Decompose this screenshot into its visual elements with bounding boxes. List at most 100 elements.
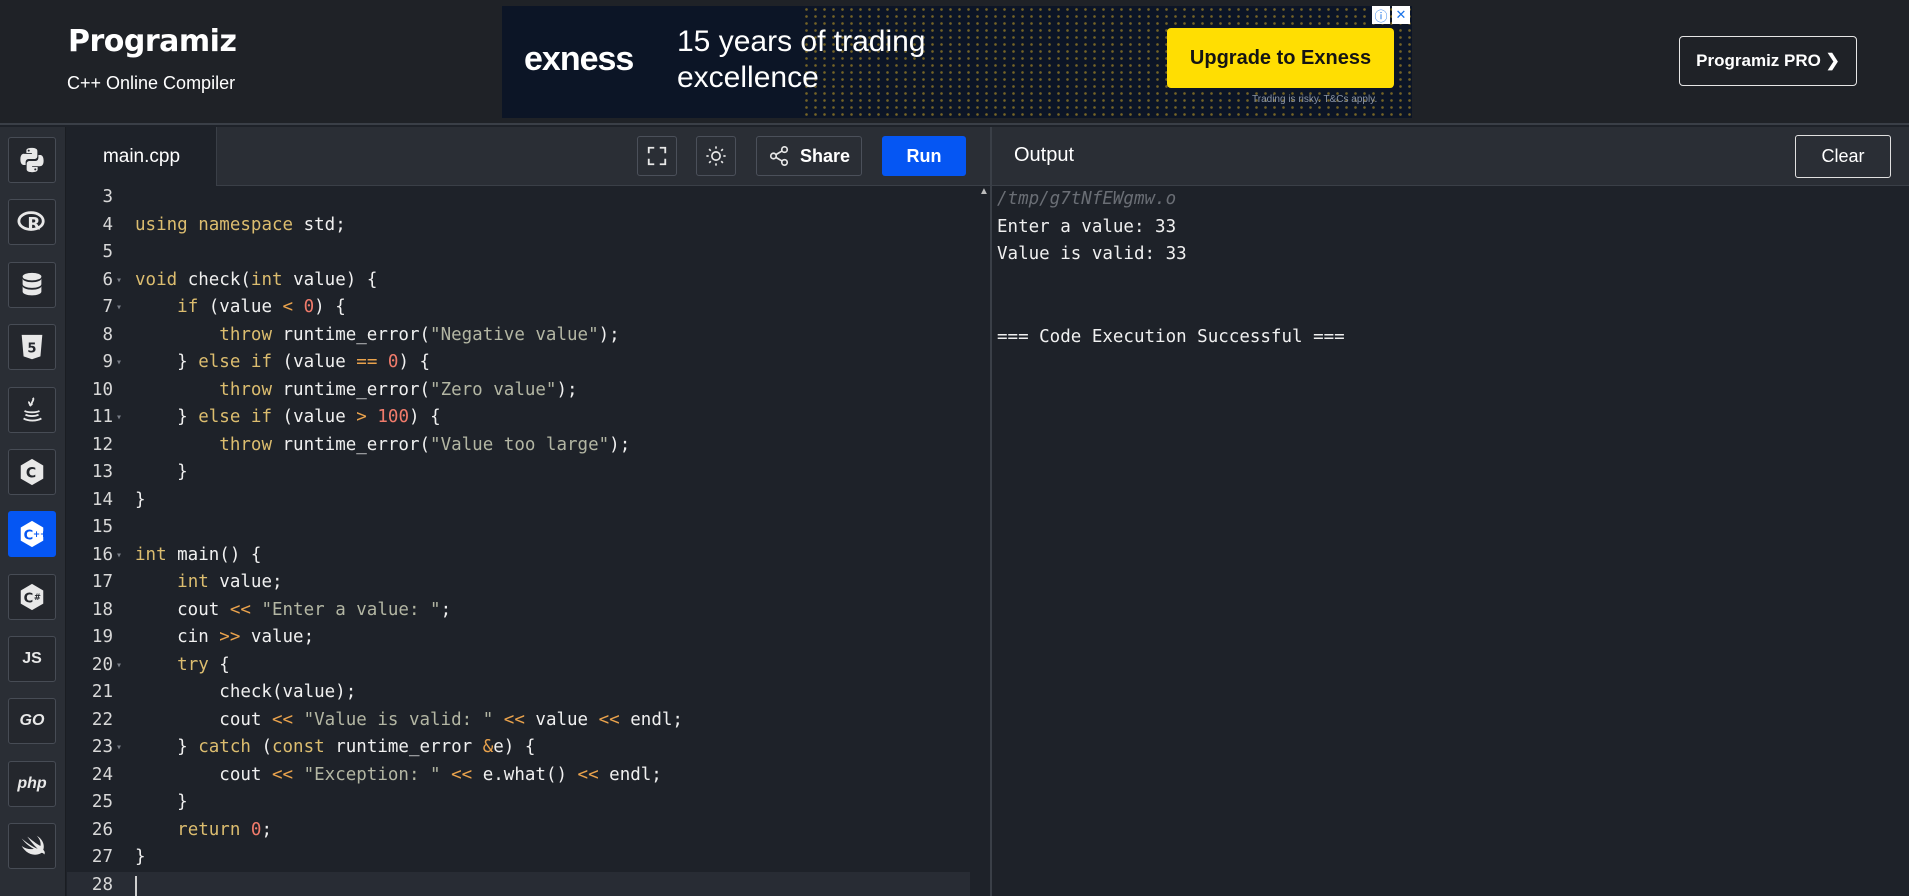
programiz-pro-button[interactable]: Programiz PRO ❯ bbox=[1679, 36, 1857, 86]
output-binary-path: /tmp/g7tNfEWgmw.o bbox=[997, 189, 1177, 209]
ad-close-icon[interactable]: ✕ bbox=[1392, 6, 1410, 24]
output-line: === Code Execution Successful === bbox=[997, 326, 1345, 347]
fullscreen-icon bbox=[647, 146, 667, 166]
html5-icon[interactable]: 5 bbox=[8, 324, 56, 370]
code-line[interactable]: 7 ▾ if (value < 0) { bbox=[67, 294, 970, 322]
line-number: 3 bbox=[102, 187, 113, 207]
code-line[interactable]: 27} bbox=[67, 844, 970, 872]
code-line[interactable]: 24 cout << "Exception: " << e.what() << … bbox=[67, 762, 970, 790]
code-line[interactable]: 16 ▾ int main() { bbox=[67, 542, 970, 570]
svg-text:C: C bbox=[24, 529, 34, 544]
output-title: Output bbox=[1014, 144, 1075, 166]
scroll-up-arrow-icon[interactable]: ▲ bbox=[979, 186, 989, 197]
code-line[interactable]: 14} bbox=[67, 487, 970, 515]
fold-arrow-icon[interactable]: ▾ bbox=[116, 349, 122, 377]
ad-banner[interactable]: exness 15 years of trading excellence Up… bbox=[502, 6, 1412, 118]
share-button[interactable]: Share bbox=[756, 136, 862, 176]
ad-cta-button[interactable]: Upgrade to Exness bbox=[1167, 28, 1394, 88]
code-text: } else if (value == 0) { bbox=[135, 352, 431, 372]
code-line[interactable]: 19 cin >> value; bbox=[67, 624, 970, 652]
line-number: 26 bbox=[91, 819, 113, 840]
code-text: throw runtime_error("Zero value"); bbox=[219, 379, 578, 400]
code-text: } bbox=[135, 489, 146, 510]
line-number: 25 bbox=[91, 792, 113, 812]
code-line[interactable]: 23 ▾ } catch (const runtime_error &e) { bbox=[67, 734, 970, 762]
code-text: void check(int value) { bbox=[135, 269, 378, 290]
javascript-icon[interactable]: JS bbox=[8, 636, 56, 682]
share-label: Share bbox=[799, 145, 851, 166]
fold-arrow-icon[interactable]: ▾ bbox=[116, 294, 122, 322]
code-line[interactable]: 22 cout << "Value is valid: " << value <… bbox=[67, 707, 970, 735]
line-number: 21 bbox=[91, 682, 113, 702]
r-language-icon[interactable]: R bbox=[8, 199, 56, 245]
line-number: 4 bbox=[102, 214, 113, 235]
csharp-language-icon[interactable]: C # bbox=[8, 574, 56, 620]
code-line[interactable]: 11 ▾ } else if (value > 100) { bbox=[67, 404, 970, 432]
code-line[interactable]: 4 using namespace std; bbox=[67, 212, 970, 240]
code-line[interactable]: 9 ▾ } else if (value == 0) { bbox=[67, 349, 970, 377]
svg-text:5: 5 bbox=[27, 342, 36, 357]
ad-info-icon[interactable]: ⓘ bbox=[1372, 6, 1390, 24]
python-icon[interactable] bbox=[8, 137, 56, 183]
fold-arrow-icon[interactable]: ▾ bbox=[116, 542, 122, 570]
line-number: 12 bbox=[91, 434, 113, 455]
code-line[interactable]: 10 throw runtime_error("Zero value"); bbox=[67, 377, 970, 405]
code-text: } bbox=[135, 792, 188, 812]
code-text: throw runtime_error("Value too large"); bbox=[219, 434, 631, 455]
code-text: throw runtime_error("Negative value"); bbox=[219, 324, 620, 345]
svg-text:R: R bbox=[27, 214, 40, 234]
line-number: 17 bbox=[91, 572, 113, 592]
code-text: if (value < 0) { bbox=[177, 297, 346, 317]
compiler-subtitle: C++ Online Compiler bbox=[67, 73, 236, 93]
swift-icon[interactable] bbox=[8, 823, 56, 869]
code-line[interactable]: 12 throw runtime_error("Value too large"… bbox=[67, 432, 970, 460]
output-console[interactable]: /tmp/g7tNfEWgmw.o Enter a value: 33 Value … bbox=[992, 186, 1909, 896]
line-number: 20 bbox=[91, 654, 113, 675]
code-text: cout << "Value is valid: " << value << e… bbox=[135, 709, 683, 730]
file-tab-main-cpp[interactable]: main.cpp bbox=[67, 127, 217, 186]
code-line[interactable]: 3 bbox=[67, 186, 970, 212]
code-line[interactable]: 8 throw runtime_error("Negative value"); bbox=[67, 322, 970, 350]
code-text: } catch (const runtime_error &e) { bbox=[135, 737, 536, 757]
code-text: cin >> value; bbox=[135, 627, 315, 647]
line-number: 13 bbox=[91, 462, 113, 482]
c-language-icon[interactable]: C bbox=[8, 449, 56, 495]
code-editor[interactable]: ▲ 3 4 using namespace std; 5 6 ▾ void check(in… bbox=[67, 186, 990, 896]
ad-headline: 15 years of trading excellence bbox=[677, 25, 926, 94]
code-line[interactable]: 28 bbox=[67, 871, 970, 896]
code-text: return 0; bbox=[177, 819, 273, 840]
output-line: Enter a value: 33 bbox=[997, 216, 1177, 237]
line-number: 10 bbox=[91, 379, 113, 400]
run-button[interactable]: Run bbox=[882, 136, 966, 176]
java-icon[interactable] bbox=[8, 387, 56, 433]
code-line[interactable]: 18 cout << "Enter a value: "; bbox=[67, 597, 970, 625]
programiz-logo[interactable]: Programiz bbox=[68, 24, 237, 59]
fold-arrow-icon[interactable]: ▾ bbox=[116, 267, 122, 295]
php-language-icon[interactable]: php bbox=[8, 761, 56, 807]
ad-disclaimer: Trading is risky. T&Cs apply. bbox=[1252, 94, 1378, 105]
code-text: int main() { bbox=[135, 544, 262, 565]
line-number: 28 bbox=[91, 874, 113, 895]
line-number: 16 bbox=[91, 544, 113, 565]
code-line[interactable]: 20 ▾ try { bbox=[67, 652, 970, 680]
fullscreen-button[interactable] bbox=[637, 136, 677, 176]
theme-toggle-button[interactable] bbox=[696, 136, 736, 176]
code-line[interactable]: 13 } bbox=[67, 459, 970, 487]
clear-button[interactable]: Clear bbox=[1795, 135, 1891, 178]
code-line[interactable]: 26 return 0; bbox=[67, 817, 970, 845]
code-line[interactable]: 15 bbox=[67, 514, 970, 542]
code-line[interactable]: 6 ▾ void check(int value) { bbox=[67, 267, 970, 295]
code-line[interactable]: 17 int value; bbox=[67, 569, 970, 597]
code-line[interactable]: 21 check(value); bbox=[67, 679, 970, 707]
code-text: cout << "Exception: " << e.what() << end… bbox=[135, 764, 662, 785]
code-line[interactable]: 5 bbox=[67, 239, 970, 267]
svg-text:++: ++ bbox=[33, 529, 47, 539]
code-line[interactable]: 25 } bbox=[67, 789, 970, 817]
go-language-icon[interactable]: GO bbox=[8, 698, 56, 744]
cpp-language-icon[interactable]: C ++ bbox=[8, 511, 56, 557]
fold-arrow-icon[interactable]: ▾ bbox=[116, 404, 122, 432]
fold-arrow-icon[interactable]: ▾ bbox=[116, 734, 122, 762]
fold-arrow-icon[interactable]: ▾ bbox=[116, 652, 122, 680]
sql-database-icon[interactable] bbox=[8, 262, 56, 308]
line-number: 18 bbox=[91, 599, 113, 620]
